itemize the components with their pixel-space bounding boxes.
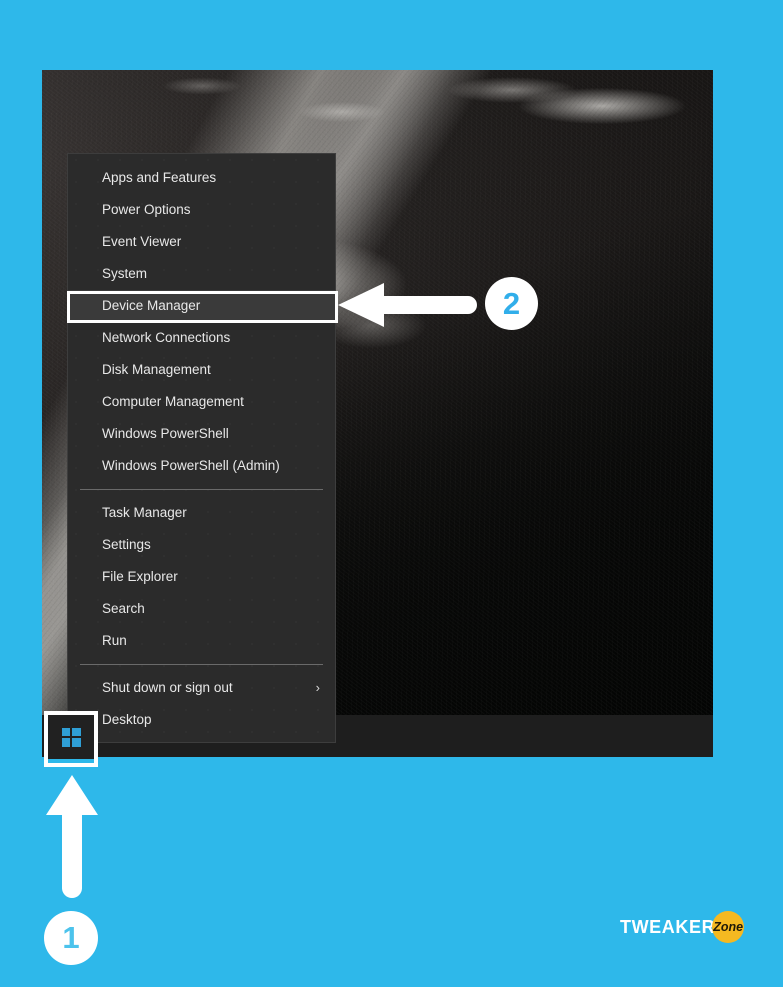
menu-item-label: System	[102, 266, 148, 281]
menu-item-network-connections[interactable]: Network Connections	[68, 322, 335, 354]
menu-item-label: Device Manager	[102, 298, 201, 313]
menu-item-system[interactable]: System	[68, 258, 335, 290]
menu-item-desktop[interactable]: Desktop	[68, 704, 335, 736]
step-2-number: 2	[502, 285, 521, 321]
menu-item-task-manager[interactable]: Task Manager	[68, 497, 335, 529]
watermark-brand-text: TWEAKER	[620, 916, 716, 937]
menu-item-label: Shut down or sign out	[102, 680, 233, 695]
menu-item-windows-powershell[interactable]: Windows PowerShell	[68, 418, 335, 450]
menu-item-label: Search	[102, 601, 145, 616]
menu-item-label: Windows PowerShell (Admin)	[102, 458, 280, 473]
menu-item-label: Run	[102, 633, 127, 648]
menu-item-label: Event Viewer	[102, 234, 182, 249]
step-1-number: 1	[62, 920, 80, 955]
menu-item-label: Task Manager	[102, 505, 187, 520]
menu-item-event-viewer[interactable]: Event Viewer	[68, 226, 335, 258]
left-arrow-icon	[338, 283, 477, 327]
menu-separator	[80, 664, 323, 665]
menu-item-label: Network Connections	[102, 330, 231, 345]
menu-item-windows-powershell-admin[interactable]: Windows PowerShell (Admin)	[68, 450, 335, 482]
menu-item-label: Desktop	[102, 712, 152, 727]
watermark-zone-badge: Zone	[712, 911, 745, 943]
menu-item-label: Disk Management	[102, 362, 211, 377]
menu-item-label: Windows PowerShell	[102, 426, 229, 441]
menu-item-file-explorer[interactable]: File Explorer	[68, 561, 335, 593]
watermark-logo: TWEAKER Zone	[620, 910, 745, 944]
menu-item-power-options[interactable]: Power Options	[68, 194, 335, 226]
menu-item-label: File Explorer	[102, 569, 178, 584]
menu-item-search[interactable]: Search	[68, 593, 335, 625]
menu-item-label: Computer Management	[102, 394, 244, 409]
menu-item-disk-management[interactable]: Disk Management	[68, 354, 335, 386]
chevron-right-icon: ›	[315, 680, 320, 695]
up-arrow-icon	[46, 775, 98, 898]
winx-context-menu[interactable]: Apps and Features Power Options Event Vi…	[67, 153, 336, 743]
menu-separator	[80, 489, 323, 490]
start-button-highlight	[44, 711, 98, 767]
menu-item-settings[interactable]: Settings	[68, 529, 335, 561]
menu-item-apps-and-features[interactable]: Apps and Features	[68, 162, 335, 194]
step-2-badge: 2	[485, 277, 538, 330]
step-1-badge: 1	[44, 911, 98, 965]
menu-item-label: Settings	[102, 537, 151, 552]
menu-item-label: Apps and Features	[102, 170, 217, 185]
menu-item-device-manager[interactable]: Device Manager	[68, 290, 335, 322]
menu-item-computer-management[interactable]: Computer Management	[68, 386, 335, 418]
menu-item-label: Power Options	[102, 202, 191, 217]
menu-item-shut-down-or-sign-out[interactable]: Shut down or sign out ›	[68, 672, 335, 704]
menu-item-run[interactable]: Run	[68, 625, 335, 657]
